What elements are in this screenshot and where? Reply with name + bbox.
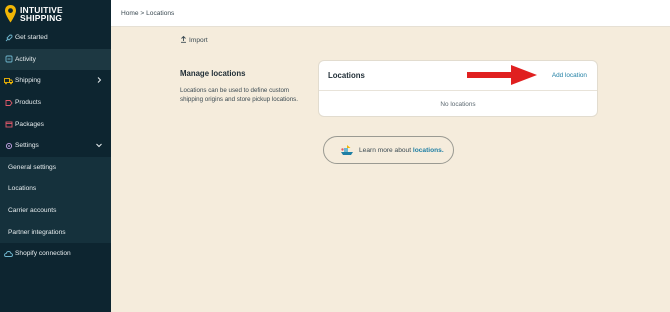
learn-more-link[interactable]: locations. [413, 147, 444, 154]
gear-icon [4, 141, 13, 150]
brand-name: INTUITIVE SHIPPING [20, 4, 63, 23]
sidebar-item-label: Shipping [15, 77, 41, 85]
sidebar-subitem-partner-integrations[interactable]: Partner integrations [0, 221, 111, 243]
top-bar: Home > Locations [111, 0, 670, 27]
sidebar-item-label: Settings [15, 142, 39, 150]
sidebar-item-get-started[interactable]: Get started [0, 27, 111, 49]
sidebar-subitem-label: Locations [8, 185, 37, 193]
section-description: Locations can be used to define custom s… [180, 87, 298, 104]
chevron-right-icon [97, 77, 102, 84]
learn-more-button[interactable]: Learn more about locations. [323, 136, 454, 164]
sidebar-item-products[interactable]: Products [0, 92, 111, 114]
sidebar-item-label: Get started [15, 34, 48, 42]
sidebar-item-packages[interactable]: Packages [0, 113, 111, 135]
cloud-icon [4, 249, 13, 258]
sidebar: INTUITIVE SHIPPING Get started Activity … [0, 0, 111, 312]
rocket-icon [4, 33, 13, 42]
brand-logo[interactable]: INTUITIVE SHIPPING [4, 3, 108, 25]
locations-card-header: Locations Add location [319, 61, 597, 91]
ship-icon [340, 144, 354, 156]
locations-card-title: Locations [328, 71, 365, 80]
sidebar-subitem-locations[interactable]: Locations [0, 178, 111, 200]
add-location-link[interactable]: Add location [552, 72, 587, 79]
box-icon [4, 120, 13, 129]
sidebar-subitem-carrier-accounts[interactable]: Carrier accounts [0, 199, 111, 222]
upload-icon [180, 35, 187, 45]
sidebar-item-label: Activity [15, 55, 36, 63]
import-button[interactable]: Import [180, 35, 208, 45]
sidebar-item-activity[interactable]: Activity [0, 48, 111, 71]
sidebar-subitem-label: General settings [8, 163, 57, 171]
arrow-right-icon [467, 65, 537, 85]
chevron-down-icon [96, 143, 102, 148]
sidebar-item-label: Packages [15, 120, 44, 128]
truck-icon [4, 76, 13, 85]
import-label: Import [189, 36, 208, 44]
sidebar-item-shopify-connection[interactable]: Shopify connection [0, 242, 111, 265]
activity-icon [4, 55, 13, 64]
tag-icon [4, 98, 13, 107]
breadcrumb[interactable]: Home > Locations [121, 10, 174, 17]
learn-more-text: Learn more about [359, 146, 412, 154]
locations-empty-state: No locations [440, 100, 476, 108]
sidebar-subitem-general-settings[interactable]: General settings [0, 156, 111, 179]
location-pin-icon [5, 5, 16, 23]
sidebar-subitem-label: Partner integrations [8, 228, 66, 236]
locations-card: Locations Add location No locations [318, 60, 598, 117]
sidebar-nav: Get started Activity Shipping Products P… [0, 27, 111, 265]
section-title: Manage locations [180, 69, 246, 78]
sidebar-item-label: Products [15, 99, 42, 107]
sidebar-item-shipping[interactable]: Shipping [0, 70, 111, 92]
sidebar-item-settings[interactable]: Settings [0, 135, 111, 157]
sidebar-item-label: Shopify connection [15, 250, 71, 258]
sidebar-subitem-label: Carrier accounts [8, 207, 57, 215]
